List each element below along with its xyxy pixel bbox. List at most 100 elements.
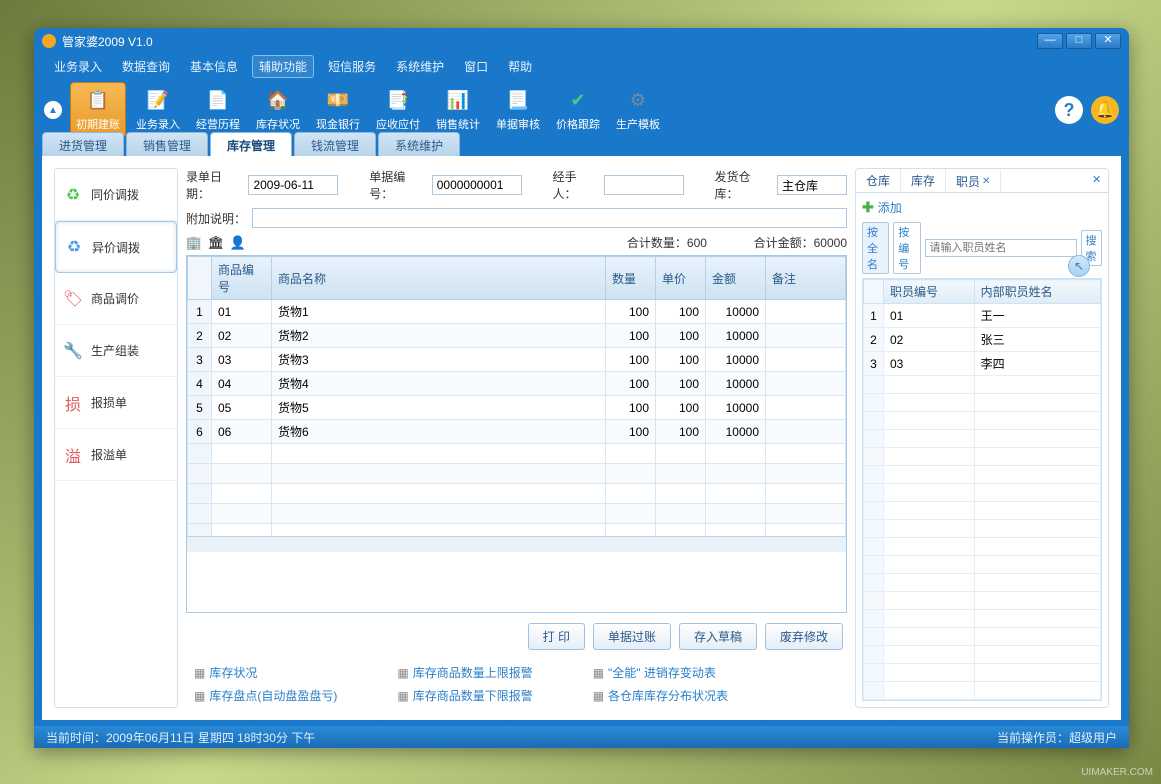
sidebar-item[interactable]: 损报损单 xyxy=(55,377,177,429)
main-tab[interactable]: 系统维护 xyxy=(378,132,460,156)
main-tab[interactable]: 钱流管理 xyxy=(294,132,376,156)
table-row[interactable] xyxy=(188,464,846,484)
action-buttons: 打 印单据过账存入草稿废弃修改 xyxy=(186,613,847,660)
action-button[interactable]: 单据过账 xyxy=(593,623,671,650)
table-row[interactable]: 404货物410010010000 xyxy=(188,372,846,396)
grid-header[interactable]: 内部职员姓名 xyxy=(974,280,1100,304)
minimize-button[interactable]: — xyxy=(1037,33,1063,49)
grid-header[interactable]: 备注 xyxy=(766,257,846,300)
help-icon[interactable]: ? xyxy=(1055,96,1083,124)
table-row[interactable]: 505货物510010010000 xyxy=(188,396,846,420)
link-item[interactable]: ▦各仓库库存分布状况表 xyxy=(593,687,728,704)
doc-input[interactable] xyxy=(432,175,522,195)
right-tab[interactable]: 职员 ✕ xyxy=(946,169,1001,192)
action-button[interactable]: 打 印 xyxy=(528,623,585,650)
grid-hscroll[interactable] xyxy=(187,536,846,552)
menu-item[interactable]: 短信服务 xyxy=(322,56,382,77)
grid-header[interactable]: 职员编号 xyxy=(884,280,975,304)
filter-number-pill[interactable]: 按编号 xyxy=(893,222,920,274)
toolbar-button[interactable]: 📃单据审核 xyxy=(490,82,546,138)
table-row[interactable]: 101王一 xyxy=(864,304,1101,328)
menu-item[interactable]: 窗口 xyxy=(458,56,494,77)
filter-fullname-pill[interactable]: 按全名 xyxy=(862,222,889,274)
sidebar: ♻同价调拨♻异价调拨🏷商品调价🔧生产组装损报损单溢报溢单 xyxy=(54,168,178,708)
sidebar-item[interactable]: 🏷商品调价 xyxy=(55,273,177,325)
action-button[interactable]: 存入草稿 xyxy=(679,623,757,650)
grid-icon[interactable]: 🏢 xyxy=(186,235,202,251)
link-item[interactable]: ▦库存商品数量下限报警 xyxy=(397,687,532,704)
table-row[interactable] xyxy=(188,444,846,464)
link-item[interactable]: ▦库存状况 xyxy=(194,664,337,681)
menu-item[interactable]: 系统维护 xyxy=(390,56,450,77)
grid-header[interactable]: 数量 xyxy=(606,257,656,300)
link-item[interactable]: ▦"全能" 进销存变动表 xyxy=(593,664,728,681)
maximize-button[interactable]: □ xyxy=(1066,33,1092,49)
table-row[interactable]: 606货物610010010000 xyxy=(188,420,846,444)
toolbar-icon: ✔ xyxy=(564,88,592,112)
sidebar-item[interactable]: 🔧生产组装 xyxy=(55,325,177,377)
table-row[interactable]: 202货物210010010000 xyxy=(188,324,846,348)
toolbar-button[interactable]: 💴现金银行 xyxy=(310,82,366,138)
plus-icon: ✚ xyxy=(862,199,874,216)
tab-close-icon[interactable]: ✕ xyxy=(982,176,990,187)
sidebar-item[interactable]: 溢报溢单 xyxy=(55,429,177,481)
menu-item[interactable]: 辅助功能 xyxy=(252,55,314,78)
toolbar-icon: 📑 xyxy=(384,88,412,112)
sidebar-icon: 🏷 xyxy=(63,289,83,309)
notify-icon[interactable]: 🔔 xyxy=(1091,96,1119,124)
table-row[interactable]: 303李四 xyxy=(864,352,1101,376)
person-icon[interactable]: 👤 xyxy=(230,235,246,251)
handler-input[interactable] xyxy=(604,175,684,195)
handler-label: 经手人： xyxy=(553,168,598,202)
toolbar-button[interactable]: ⚙生产模板 xyxy=(610,82,666,138)
note-input[interactable] xyxy=(252,208,847,228)
link-item[interactable]: ▦库存盘点(自动盘盈盘亏) xyxy=(194,687,337,704)
toolbar-icon: 📃 xyxy=(504,88,532,112)
warehouse-input[interactable] xyxy=(777,175,847,195)
grid-header[interactable] xyxy=(188,257,212,300)
grid-header[interactable]: 单价 xyxy=(656,257,706,300)
grid-header[interactable] xyxy=(864,280,884,304)
menu-item[interactable]: 基本信息 xyxy=(184,56,244,77)
arrow-badge-icon[interactable]: ↖ xyxy=(1068,255,1090,277)
sidebar-item[interactable]: ♻异价调拨 xyxy=(55,221,177,273)
add-button[interactable]: ✚ 添加 xyxy=(862,199,1102,216)
main-tab[interactable]: 库存管理 xyxy=(210,132,292,156)
menu-item[interactable]: 业务录入 xyxy=(48,56,108,77)
toolbar-button[interactable]: 📋初期建账 xyxy=(70,82,126,138)
main-tab[interactable]: 销售管理 xyxy=(126,132,208,156)
toolbar-collapse-icon[interactable]: ▲ xyxy=(44,101,62,119)
table-row[interactable] xyxy=(188,504,846,524)
date-input[interactable] xyxy=(248,175,338,195)
right-tab[interactable]: 库存 xyxy=(901,169,946,192)
table-row[interactable]: 303货物310010010000 xyxy=(188,348,846,372)
menu-item[interactable]: 帮助 xyxy=(502,56,538,77)
toolbar-icon: 📋 xyxy=(84,88,112,112)
grid-header[interactable]: 金额 xyxy=(706,257,766,300)
main-grid: 商品编号商品名称数量单价金额备注101货物110010010000202货物21… xyxy=(186,255,847,613)
sidebar-item[interactable]: ♻同价调拨 xyxy=(55,169,177,221)
toolbar-button[interactable]: ✔价格跟踪 xyxy=(550,82,606,138)
table-row[interactable]: 101货物110010010000 xyxy=(188,300,846,324)
toolbar-button[interactable]: 📑应收应付 xyxy=(370,82,426,138)
main-tab[interactable]: 进货管理 xyxy=(42,132,124,156)
toolbar-button[interactable]: 📊销售统计 xyxy=(430,82,486,138)
toolbar-button[interactable]: 📝业务录入 xyxy=(130,82,186,138)
table-row[interactable] xyxy=(188,484,846,504)
toolbar-button[interactable]: 🏠库存状况 xyxy=(250,82,306,138)
right-tabs: 仓库库存职员 ✕ xyxy=(856,169,1108,193)
building-icon[interactable]: 🏛 xyxy=(208,235,224,251)
link-item[interactable]: ▦库存商品数量上限报警 xyxy=(397,664,532,681)
grid-header[interactable]: 商品编号 xyxy=(212,257,272,300)
close-button[interactable]: ✕ xyxy=(1095,33,1121,49)
action-button[interactable]: 废弃修改 xyxy=(765,623,843,650)
search-input[interactable] xyxy=(925,239,1077,257)
table-row[interactable]: 202张三 xyxy=(864,328,1101,352)
panel-close-icon[interactable]: ✕ xyxy=(1092,173,1104,185)
toolbar-button[interactable]: 📄经营历程 xyxy=(190,82,246,138)
grid-header[interactable]: 商品名称 xyxy=(272,257,606,300)
right-tab[interactable]: 仓库 xyxy=(856,169,901,192)
menu-item[interactable]: 数据查询 xyxy=(116,56,176,77)
list-icon: ▦ xyxy=(194,689,205,703)
table-row[interactable] xyxy=(188,524,846,537)
